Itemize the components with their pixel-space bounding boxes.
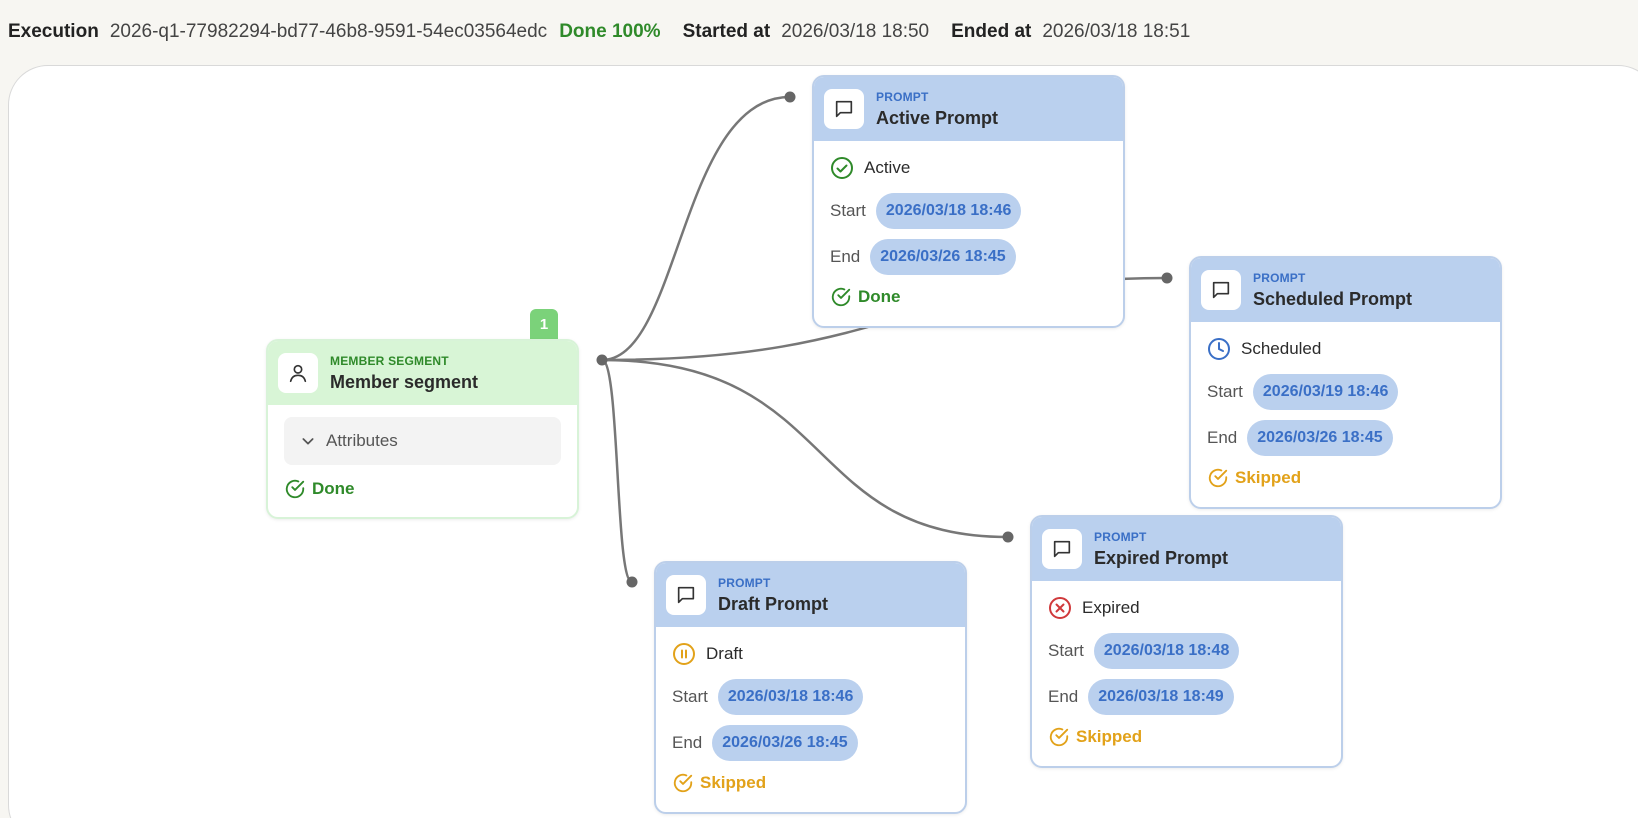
chevron-down-icon — [300, 433, 316, 449]
draft-prompt-result-text: Skipped — [700, 773, 767, 792]
person-icon — [278, 353, 318, 393]
end-date-pill: 2026/03/18 18:49 — [1088, 679, 1234, 715]
message-icon — [1042, 529, 1082, 569]
start-date-pill: 2026/03/18 18:48 — [1093, 633, 1240, 669]
start-date-pill: 2026/03/19 18:46 — [1252, 374, 1399, 410]
end-label: End — [1207, 428, 1238, 447]
segment-node-title: Member segment — [330, 371, 479, 392]
check-circle-icon — [672, 772, 694, 794]
execution-id: 2026-q1-77982294-bd77-46b8-9591-54ec0356… — [109, 21, 548, 42]
start-label: Start — [672, 687, 708, 706]
active-prompt-kind: PROMPT — [876, 89, 929, 104]
scheduled-prompt-status-text: Scheduled — [1241, 339, 1322, 358]
scheduled-prompt-node[interactable]: PROMPT Scheduled Prompt Scheduled Start … — [1189, 256, 1502, 509]
expired-prompt-kind: PROMPT — [1094, 529, 1147, 544]
message-icon — [824, 89, 864, 129]
check-circle-icon — [830, 156, 854, 180]
draft-prompt-node[interactable]: PROMPT Draft Prompt Draft Start 2026/03/… — [654, 561, 967, 814]
expired-prompt-status-text: Expired — [1082, 598, 1140, 617]
check-circle-icon — [1048, 726, 1070, 748]
start-label: Start — [1048, 641, 1084, 660]
expired-prompt-status: Expired — [1048, 593, 1325, 623]
ended-at-label: Ended at — [951, 21, 1032, 42]
started-at-value: 2026/03/18 18:50 — [781, 21, 930, 42]
active-prompt-end-row: End 2026/03/26 18:45 — [830, 239, 1107, 275]
active-prompt-title: Active Prompt — [876, 107, 999, 128]
expired-prompt-result-text: Skipped — [1076, 727, 1143, 746]
draft-prompt-kind: PROMPT — [718, 575, 771, 590]
expired-prompt-result: Skipped — [1048, 725, 1325, 749]
segment-result-text: Done — [312, 479, 355, 498]
expired-prompt-end-row: End 2026/03/18 18:49 — [1048, 679, 1325, 715]
end-date-pill: 2026/03/26 18:45 — [1247, 420, 1393, 456]
scheduled-prompt-result: Skipped — [1207, 466, 1484, 490]
draft-prompt-title: Draft Prompt — [718, 593, 829, 614]
end-date-pill: 2026/03/26 18:45 — [712, 725, 858, 761]
execution-status: Done 100% — [559, 21, 661, 42]
pause-circle-icon — [672, 642, 696, 666]
x-circle-icon — [1048, 596, 1072, 620]
draft-prompt-result: Skipped — [672, 771, 949, 795]
scheduled-prompt-end-row: End 2026/03/26 18:45 — [1207, 420, 1484, 456]
active-prompt-start-row: Start 2026/03/18 18:46 — [830, 193, 1107, 229]
attributes-label: Attributes — [326, 431, 398, 450]
segment-node-kind: MEMBER SEGMENT — [330, 353, 449, 368]
active-prompt-header: PROMPT Active Prompt — [814, 77, 1123, 141]
member-segment-node[interactable]: MEMBER SEGMENT Member segment Attributes… — [266, 339, 579, 519]
scheduled-prompt-kind: PROMPT — [1253, 270, 1306, 285]
draft-prompt-status: Draft — [672, 639, 949, 669]
check-circle-icon — [1207, 467, 1229, 489]
start-label: Start — [830, 201, 866, 220]
active-prompt-status-text: Active — [864, 158, 911, 177]
segment-result: Done — [284, 477, 561, 501]
execution-summary-bar: Execution 2026-q1-77982294-bd77-46b8-959… — [8, 18, 1202, 46]
expired-prompt-start-row: Start 2026/03/18 18:48 — [1048, 633, 1325, 669]
check-circle-icon — [284, 478, 306, 500]
scheduled-prompt-title: Scheduled Prompt — [1253, 288, 1413, 309]
check-circle-icon — [830, 286, 852, 308]
start-date-pill: 2026/03/18 18:46 — [717, 679, 864, 715]
start-label: Start — [1207, 382, 1243, 401]
end-label: End — [1048, 687, 1079, 706]
message-icon — [666, 575, 706, 615]
started-at-label: Started at — [682, 21, 771, 42]
end-label: End — [672, 733, 703, 752]
clock-icon — [1207, 337, 1231, 361]
attributes-toggle[interactable]: Attributes — [284, 417, 561, 465]
scheduled-prompt-result-text: Skipped — [1235, 468, 1302, 487]
scheduled-prompt-header: PROMPT Scheduled Prompt — [1191, 258, 1500, 322]
draft-prompt-header: PROMPT Draft Prompt — [656, 563, 965, 627]
active-prompt-node[interactable]: PROMPT Active Prompt Active Start 2026/0… — [812, 75, 1125, 328]
scheduled-prompt-start-row: Start 2026/03/19 18:46 — [1207, 374, 1484, 410]
expired-prompt-title: Expired Prompt — [1094, 547, 1229, 568]
end-label: End — [830, 247, 861, 266]
segment-node-header: MEMBER SEGMENT Member segment — [268, 341, 577, 405]
expired-prompt-header: PROMPT Expired Prompt — [1032, 517, 1341, 581]
expired-prompt-node[interactable]: PROMPT Expired Prompt Expired Start 2026… — [1030, 515, 1343, 768]
ended-at-value: 2026/03/18 18:51 — [1042, 21, 1191, 42]
draft-prompt-start-row: Start 2026/03/18 18:46 — [672, 679, 949, 715]
draft-prompt-status-text: Draft — [706, 644, 743, 663]
execution-label: Execution — [8, 21, 99, 42]
segment-count-badge: 1 — [530, 309, 558, 339]
message-icon — [1201, 270, 1241, 310]
active-prompt-result: Done — [830, 285, 1107, 309]
start-date-pill: 2026/03/18 18:46 — [875, 193, 1022, 229]
scheduled-prompt-status: Scheduled — [1207, 334, 1484, 364]
draft-prompt-end-row: End 2026/03/26 18:45 — [672, 725, 949, 761]
active-prompt-status: Active — [830, 153, 1107, 183]
end-date-pill: 2026/03/26 18:45 — [870, 239, 1016, 275]
active-prompt-result-text: Done — [858, 287, 901, 306]
